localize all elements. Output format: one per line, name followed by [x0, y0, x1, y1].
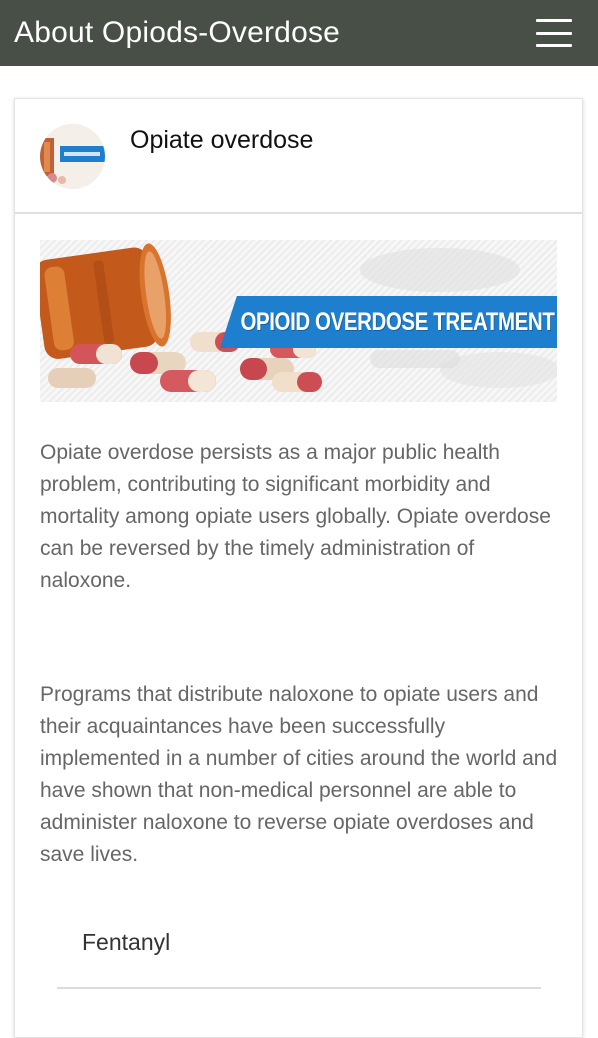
app-title: About Opiods-Overdose [14, 16, 341, 49]
article-card: Opiate overdose OPIOID OVERDOSE TREATMEN… [14, 98, 583, 1038]
paragraph-programs: Programs that distribute naloxone to opi… [40, 683, 558, 866]
list-item-fentanyl[interactable]: Fentanyl [57, 913, 541, 989]
banner-label: OPIOID OVERDOSE TREATMENT [220, 296, 557, 348]
app-bar: About Opiods-Overdose [0, 0, 598, 66]
card-header: Opiate overdose [15, 99, 582, 214]
paragraph-intro: Opiate overdose persists as a major publ… [40, 441, 551, 592]
hamburger-menu-icon[interactable] [536, 19, 572, 47]
opioid-thumbnail-icon [40, 124, 105, 189]
list-item-label: Fentanyl [82, 929, 171, 955]
card-title: Opiate overdose [130, 126, 314, 154]
banner-image: OPIOID OVERDOSE TREATMENT [40, 240, 557, 402]
